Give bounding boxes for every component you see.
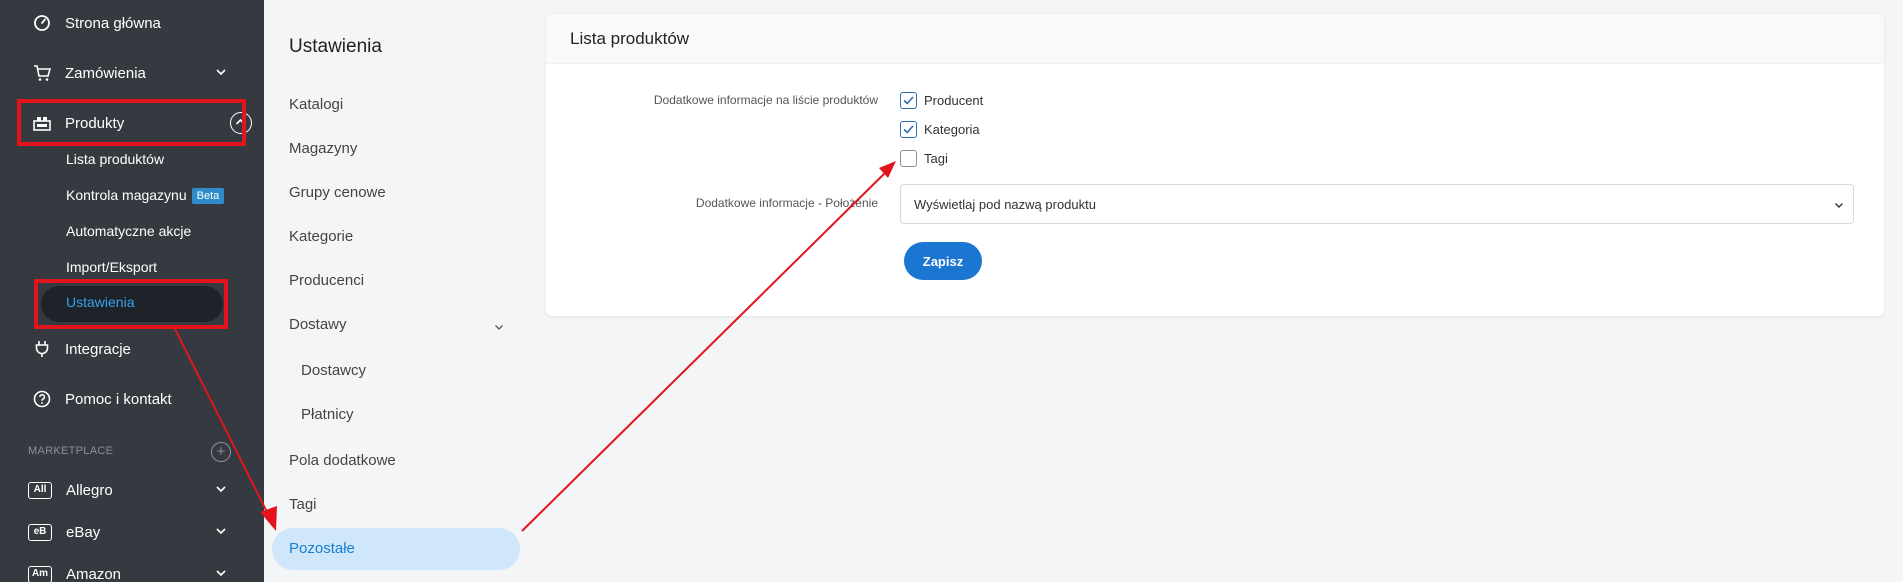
chevron-down-icon[interactable]	[493, 321, 505, 333]
sidebar-item-orders[interactable]: Zamówienia	[0, 52, 264, 94]
chevron-down-icon	[1835, 203, 1843, 208]
settings-item-label: Pozostałe	[289, 540, 355, 557]
sidebar-sub-label: Kontrola magazynu	[66, 187, 187, 203]
sidebar-sub-stock-control[interactable]: Kontrola magazynu Beta	[66, 185, 225, 205]
product-list-settings-card: Lista produktów Dodatkowe informacje na …	[546, 14, 1884, 316]
sidebar-item-label: Integracje	[65, 340, 131, 358]
settings-item-categories[interactable]: Kategorie	[289, 228, 353, 245]
settings-item-payers[interactable]: Płatnicy	[301, 406, 354, 423]
sidebar-item-integrations[interactable]: Integracje	[0, 328, 264, 370]
sidebar-sub-import-export[interactable]: Import/Eksport	[66, 257, 157, 277]
chevron-down-icon[interactable]	[214, 482, 228, 496]
add-marketplace-icon[interactable]: +	[211, 442, 231, 462]
sidebar-item-amazon[interactable]: Am Amazon	[0, 553, 264, 582]
annotation-box-products	[17, 99, 246, 146]
settings-item-suppliers[interactable]: Dostawcy	[301, 362, 366, 379]
sidebar-item-label: Zamówienia	[65, 64, 146, 82]
ebay-icon: eB	[28, 523, 52, 541]
checkbox-producer-row[interactable]: Producent	[900, 92, 983, 109]
sidebar-item-label: Strona główna	[65, 14, 161, 32]
sidebar-sub-auto-actions[interactable]: Automatyczne akcje	[66, 221, 191, 241]
annotation-box-settings	[34, 279, 228, 329]
select-value: Wyświetlaj pod nazwą produktu	[914, 196, 1096, 212]
settings-item-other[interactable]: Pozostałe	[272, 528, 520, 570]
sidebar-sub-product-list[interactable]: Lista produktów	[66, 149, 164, 169]
plug-icon	[33, 340, 51, 358]
sidebar-item-home[interactable]: Strona główna	[0, 2, 264, 44]
checkbox-label: Tagi	[924, 151, 948, 166]
sidebar-item-help[interactable]: Pomoc i kontakt	[0, 378, 264, 420]
settings-item-extra-fields[interactable]: Pola dodatkowe	[289, 452, 396, 469]
checkbox-label: Kategoria	[924, 122, 980, 137]
checkbox-category[interactable]	[900, 121, 917, 138]
settings-item-warehouses[interactable]: Magazyny	[289, 140, 357, 157]
save-button[interactable]: Zapisz	[904, 242, 982, 280]
extra-info-label: Dodatkowe informacje na liście produktów	[653, 93, 878, 107]
settings-title: Ustawienia	[289, 36, 382, 57]
dashboard-icon	[33, 14, 51, 32]
settings-item-tags[interactable]: Tagi	[289, 496, 317, 513]
amazon-icon: Am	[28, 565, 52, 582]
checkbox-tags[interactable]	[900, 150, 917, 167]
card-title: Lista produktów	[546, 14, 1884, 64]
cart-icon	[33, 64, 51, 82]
checkbox-label: Producent	[924, 93, 984, 108]
settings-item-catalogs[interactable]: Katalogi	[289, 96, 343, 113]
checkbox-category-row[interactable]: Kategoria	[900, 121, 980, 138]
help-icon	[33, 390, 51, 408]
settings-item-deliveries[interactable]: Dostawy	[289, 316, 347, 333]
settings-item-manufacturers[interactable]: Producenci	[289, 272, 364, 289]
checkbox-tags-row[interactable]: Tagi	[900, 150, 948, 167]
allegro-icon: All	[28, 481, 52, 499]
settings-item-price-groups[interactable]: Grupy cenowe	[289, 184, 386, 201]
beta-badge: Beta	[191, 188, 225, 204]
position-label: Dodatkowe informacje - Położenie	[695, 196, 878, 210]
checkbox-producer[interactable]	[900, 92, 917, 109]
sidebar-item-label: Pomoc i kontakt	[65, 390, 172, 408]
position-select[interactable]: Wyświetlaj pod nazwą produktu	[900, 184, 1854, 224]
settings-nav: Ustawienia Katalogi Magazyny Grupy cenow…	[264, 0, 532, 582]
chevron-down-icon[interactable]	[214, 65, 228, 79]
sidebar-item-ebay[interactable]: eB eBay	[0, 511, 264, 553]
chevron-down-icon[interactable]	[214, 566, 228, 580]
sidebar-item-label: Allegro	[66, 481, 113, 499]
sidebar-item-allegro[interactable]: All Allegro	[0, 469, 264, 511]
chevron-down-icon[interactable]	[214, 524, 228, 538]
marketplace-heading: MARKETPLACE	[28, 445, 114, 457]
sidebar-item-label: Amazon	[66, 565, 122, 582]
sidebar-item-label: eBay	[66, 523, 101, 541]
